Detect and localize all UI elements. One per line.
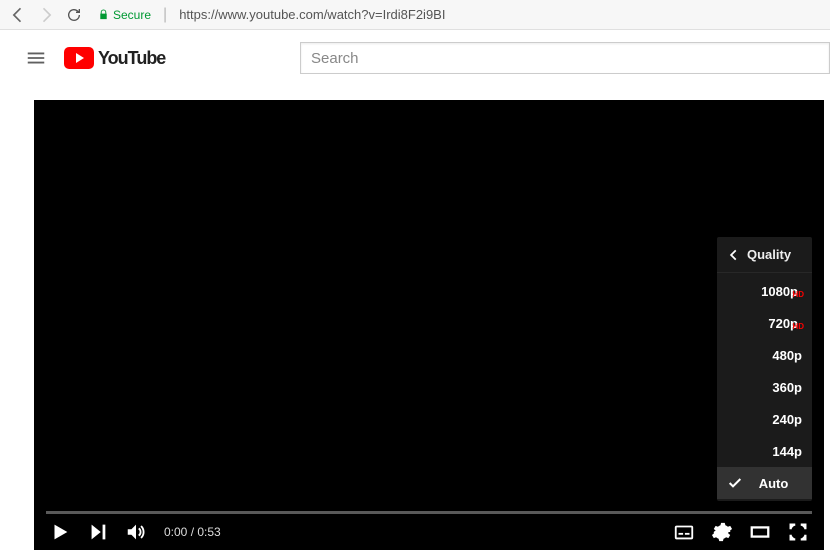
check-icon — [727, 475, 745, 491]
lock-icon — [98, 9, 109, 20]
video-player[interactable]: Quality 1080pHD 720pHD 480p 360p 240p 14… — [34, 100, 824, 550]
quality-option-240p[interactable]: 240p — [717, 403, 812, 435]
youtube-logo-icon — [64, 47, 94, 69]
quality-option-144p[interactable]: 144p — [717, 435, 812, 467]
reload-button[interactable] — [64, 5, 84, 25]
quality-option-720p[interactable]: 720pHD — [717, 307, 812, 339]
youtube-header: YouTube — [0, 30, 830, 86]
settings-button[interactable] — [708, 518, 736, 546]
subtitles-button[interactable] — [670, 518, 698, 546]
quality-option-1080p[interactable]: 1080pHD — [717, 275, 812, 307]
player-controls: 0:00 / 0:53 — [34, 514, 824, 550]
hd-badge: HD — [792, 290, 804, 299]
chevron-left-icon — [727, 248, 741, 262]
url-text[interactable]: https://www.youtube.com/watch?v=Irdi8F2i… — [179, 7, 445, 22]
url-divider: | — [163, 6, 167, 24]
secure-badge: Secure — [98, 8, 151, 22]
youtube-logo-text: YouTube — [98, 48, 165, 69]
theater-mode-button[interactable] — [746, 518, 774, 546]
quality-options-list: 1080pHD 720pHD 480p 360p 240p 144p Auto — [717, 273, 812, 501]
search-container — [300, 42, 830, 74]
next-button[interactable] — [84, 518, 112, 546]
play-button[interactable] — [46, 518, 74, 546]
fullscreen-button[interactable] — [784, 518, 812, 546]
quality-option-360p[interactable]: 360p — [717, 371, 812, 403]
quality-menu: Quality 1080pHD 720pHD 480p 360p 240p 14… — [717, 237, 812, 501]
quality-option-auto[interactable]: Auto — [717, 467, 812, 499]
search-input[interactable] — [300, 42, 830, 74]
volume-button[interactable] — [122, 518, 150, 546]
time-display: 0:00 / 0:53 — [164, 525, 221, 539]
hd-badge: HD — [792, 322, 804, 331]
youtube-logo[interactable]: YouTube — [64, 47, 165, 69]
secure-label: Secure — [113, 8, 151, 22]
back-button[interactable] — [8, 5, 28, 25]
hamburger-menu-button[interactable] — [16, 38, 56, 78]
quality-menu-back[interactable]: Quality — [717, 237, 812, 273]
quality-menu-title: Quality — [747, 247, 791, 262]
forward-button[interactable] — [36, 5, 56, 25]
browser-chrome: Secure | https://www.youtube.com/watch?v… — [0, 0, 830, 30]
quality-option-480p[interactable]: 480p — [717, 339, 812, 371]
